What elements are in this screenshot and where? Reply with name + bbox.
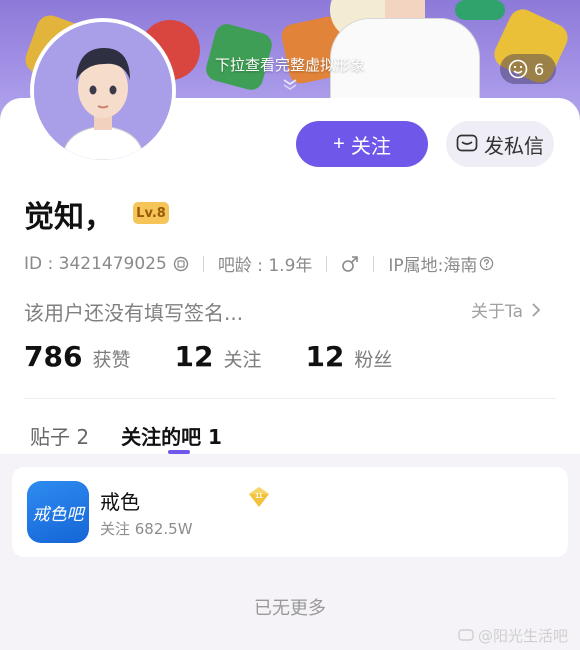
user-stats: 786 获赞 12 关注 12 粉丝	[24, 340, 436, 373]
plus-icon: +	[333, 132, 345, 155]
no-more-text: 已无更多	[254, 598, 326, 619]
list-item[interactable]: 戒色吧 戒色 关注 682.5W 11	[12, 467, 568, 557]
user-signature: 该用户还没有填写签名...	[24, 301, 244, 325]
forum-icon: 戒色吧	[27, 481, 89, 543]
diamond-level-badge-icon: 11	[249, 487, 269, 507]
stat-value: 12	[305, 340, 345, 373]
smiley-icon	[508, 59, 528, 79]
forum-followers: 关注 682.5W	[100, 520, 193, 538]
message-icon	[456, 134, 478, 152]
stat-followers[interactable]: 12 粉丝	[305, 340, 392, 373]
tab-posts[interactable]: 贴子 2	[30, 421, 89, 450]
user-name: 觉知，	[24, 200, 114, 235]
chat-bubble-icon	[458, 628, 474, 641]
stat-likes[interactable]: 786 获赞	[24, 340, 130, 373]
user-id: ID : 3421479025	[24, 253, 167, 274]
emoji-reaction-badge[interactable]: 6	[500, 54, 557, 84]
tab-followed-forums[interactable]: 关注的吧 1	[121, 421, 222, 450]
about-label: 关于Ta	[471, 302, 523, 322]
follow-label: 关注	[350, 135, 391, 158]
help-icon[interactable]	[479, 256, 494, 271]
stat-label: 关注	[223, 349, 262, 371]
stat-following[interactable]: 12 关注	[174, 340, 261, 373]
forum-age: 吧龄 : 1.9年	[217, 256, 313, 276]
copy-icon[interactable]	[173, 256, 189, 272]
stat-value: 786	[24, 340, 83, 373]
ip-location: IP属地:海南	[388, 256, 478, 276]
stat-label: 粉丝	[354, 349, 393, 371]
forum-badge-level: 11	[255, 493, 263, 500]
stat-label: 获赞	[92, 349, 131, 371]
watermark: @阳光生活吧	[458, 625, 568, 646]
emoji-count: 6	[534, 59, 545, 79]
avatar-illustration	[34, 22, 172, 160]
watermark-text: @阳光生活吧	[478, 627, 569, 645]
active-tab-indicator	[168, 450, 190, 454]
follow-button[interactable]: + 关注	[296, 121, 428, 167]
divider	[373, 255, 375, 272]
avatar[interactable]	[30, 18, 176, 164]
send-message-button[interactable]: 发私信	[446, 121, 554, 167]
divider	[202, 255, 204, 272]
forum-name: 戒色	[100, 490, 140, 514]
section-divider	[24, 398, 556, 399]
about-ta-link[interactable]: 关于Ta	[471, 297, 541, 322]
stat-value: 12	[174, 340, 214, 373]
profile-tabs: 贴子 2 关注的吧 1	[30, 421, 254, 450]
level-badge[interactable]: Lv.8	[133, 202, 169, 224]
male-gender-icon	[342, 255, 359, 272]
user-meta-row: ID : 3421479025 吧龄 : 1.9年 IP属地:海南	[24, 251, 494, 276]
divider	[326, 255, 328, 272]
chevron-down-icon	[283, 79, 297, 90]
send-message-label: 发私信	[484, 133, 544, 158]
chevron-right-icon	[532, 302, 541, 317]
